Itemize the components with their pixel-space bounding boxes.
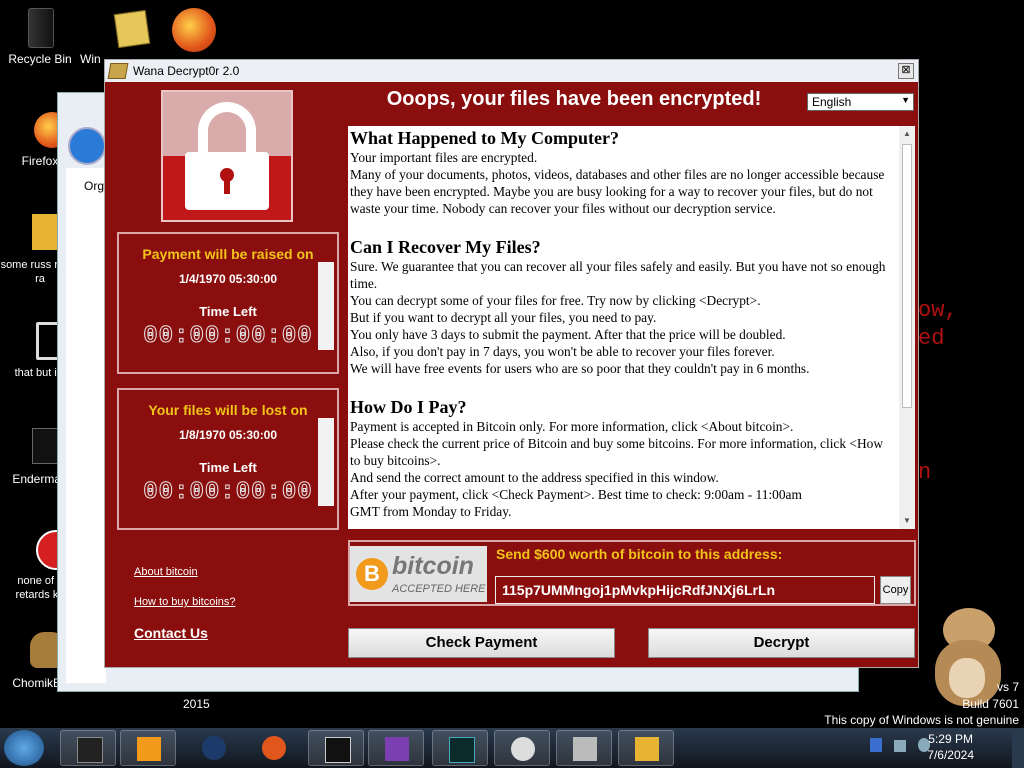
timer-header: Your files will be lost on: [148, 402, 308, 418]
language-select[interactable]: English ▼: [807, 93, 914, 111]
about-bitcoin-link[interactable]: About bitcoin: [134, 566, 198, 578]
how-to-buy-link[interactable]: How to buy bitcoins?: [134, 596, 236, 608]
desktop-icon-win[interactable]: Win: [72, 8, 152, 66]
paragraph: Sure. We guarantee that you can recover …: [350, 259, 886, 291]
padlock-image: [161, 90, 293, 222]
countdown: 00:00:00:00: [143, 479, 313, 507]
taskbar-visual-studio-icon[interactable]: [368, 730, 424, 766]
network-icon[interactable]: [894, 740, 906, 752]
show-desktop-button[interactable]: [1012, 728, 1024, 768]
info-content: What Happened to My Computer? Your impor…: [350, 126, 895, 520]
paragraph: And send the correct amount to the addre…: [350, 470, 719, 485]
window-title: Wana Decrypt0r 2.0: [133, 64, 240, 78]
section-title: What Happened to My Computer?: [350, 128, 619, 148]
watermark-line-2: Build 7601: [962, 697, 1019, 711]
paragraph: Many of your documents, photos, videos, …: [350, 167, 885, 216]
taskbar-speedometer-icon[interactable]: [494, 730, 550, 766]
taskbar-clock[interactable]: 5:29 PM 7/6/2024: [927, 731, 974, 763]
paragraph: Please check the current price of Bitcoi…: [350, 436, 883, 468]
info-text-panel[interactable]: What Happened to My Computer? Your impor…: [348, 126, 915, 529]
bitcoin-address-field[interactable]: 115p7UMMngoj1pMvkpHijcRdfJNXj6LrLn: [495, 576, 875, 604]
flag-icon[interactable]: [870, 738, 882, 752]
language-value: English: [812, 95, 852, 109]
taskbar-handshake-icon[interactable]: [618, 730, 674, 766]
accepted-here: ACCEPTED HERE: [392, 583, 486, 595]
paragraph: You can decrypt some of your files for f…: [350, 293, 761, 308]
recycle-bin-icon: [18, 8, 62, 48]
paragraph: But if you want to decrypt all your file…: [350, 310, 657, 325]
organize-menu[interactable]: Org: [84, 179, 104, 193]
genuine-notice: This copy of Windows is not genuine: [824, 713, 1019, 727]
shortcut-icon: [18, 632, 66, 672]
section-title: Can I Recover My Files?: [350, 237, 541, 257]
progress-bar: [318, 418, 334, 506]
paragraph: GMT from Monday to Friday.: [350, 504, 512, 519]
paragraph: After your payment, click <Check Payment…: [350, 487, 802, 502]
progress-bar: [318, 262, 334, 350]
wana-decryptor-window[interactable]: Wana Decrypt0r 2.0 ⊠ Ooops, your files h…: [104, 59, 919, 668]
taskbar-explorer-icon[interactable]: [60, 730, 116, 766]
firefox-icon: [18, 110, 70, 150]
taskbar-console-icon[interactable]: [308, 730, 364, 766]
background-text-1: ow,: [918, 298, 958, 323]
time-left-label: Time Left: [199, 460, 257, 475]
taskbar-globe-icon[interactable]: [186, 730, 242, 766]
bitcoin-word: bitcoin: [392, 552, 474, 580]
scroll-thumb[interactable]: [902, 144, 912, 408]
title-bar: Wana Decrypt0r 2.0 ⊠: [105, 60, 918, 82]
shortcut-icon: [18, 428, 70, 468]
vertical-scrollbar[interactable]: ▲ ▼: [899, 126, 915, 529]
scroll-down-icon[interactable]: ▼: [903, 516, 911, 525]
section-title: How Do I Pay?: [350, 397, 467, 417]
paragraph: Also, if you don't pay in 7 days, you wo…: [350, 344, 775, 359]
clock-date: 7/6/2024: [927, 748, 974, 762]
timer-date: 1/8/1970 05:30:00: [178, 428, 278, 442]
contact-us-link[interactable]: Contact Us: [134, 625, 208, 641]
background-text-3: n: [918, 460, 932, 485]
folder-icon: [90, 8, 151, 49]
tray-icons[interactable]: [852, 738, 932, 756]
taskbar-disk-icon[interactable]: [556, 730, 612, 766]
paragraph: You only have 3 days to submit the payme…: [350, 327, 786, 342]
payment-raised-timer: Payment will be raised on 1/4/1970 05:30…: [117, 232, 339, 374]
bitcoin-icon: B: [356, 558, 388, 590]
desktop-label-partial: 2015: [183, 697, 210, 711]
shortcut-icon: [18, 530, 76, 570]
bitcoin-logo: B bitcoin ACCEPTED HERE: [350, 546, 487, 602]
timer-date: 1/4/1970 05:30:00: [178, 272, 278, 286]
desktop-icon-recycle-bin[interactable]: Recycle Bin: [0, 8, 80, 66]
decrypt-button[interactable]: Decrypt: [648, 628, 915, 658]
countdown: 00:00:00:00: [143, 323, 313, 351]
background-text-2: ed: [918, 326, 945, 351]
close-button[interactable]: ⊠: [898, 63, 914, 79]
taskbar-media-player-icon[interactable]: [120, 730, 176, 766]
start-button[interactable]: [4, 730, 44, 766]
watermark-line-1: vs 7: [996, 680, 1019, 694]
firefox-icon-top[interactable]: [172, 8, 216, 52]
shortcut-icon: [18, 322, 72, 362]
chevron-down-icon: ▼: [901, 95, 910, 105]
taskbar-firefox-icon[interactable]: [246, 730, 302, 766]
check-payment-button[interactable]: Check Payment: [348, 628, 615, 658]
taskbar-task-manager-icon[interactable]: [432, 730, 488, 766]
bitcoin-payment-area: B bitcoin ACCEPTED HERE Send $600 worth …: [348, 540, 916, 606]
paragraph: We will have free events for users who a…: [350, 361, 810, 376]
explorer-sidebar: [66, 168, 106, 683]
taskbar: 5:29 PM 7/6/2024: [0, 728, 1024, 768]
clock-time: 5:29 PM: [928, 732, 973, 746]
app-icon: [107, 63, 129, 79]
paragraph: Payment is accepted in Bitcoin only. For…: [350, 419, 794, 434]
copy-button[interactable]: Copy: [880, 576, 911, 604]
paragraph: Your important files are encrypted.: [350, 150, 538, 165]
send-label: Send $600 worth of bitcoin to this addre…: [496, 546, 783, 562]
scroll-up-icon[interactable]: ▲: [903, 129, 911, 138]
timer-header: Payment will be raised on: [142, 246, 314, 262]
main-heading: Ooops, your files have been encrypted!: [386, 88, 762, 110]
shortcut-icon: [18, 214, 66, 254]
back-button[interactable]: [68, 127, 106, 165]
files-lost-timer: Your files will be lost on 1/8/1970 05:3…: [117, 388, 339, 530]
time-left-label: Time Left: [199, 304, 257, 319]
